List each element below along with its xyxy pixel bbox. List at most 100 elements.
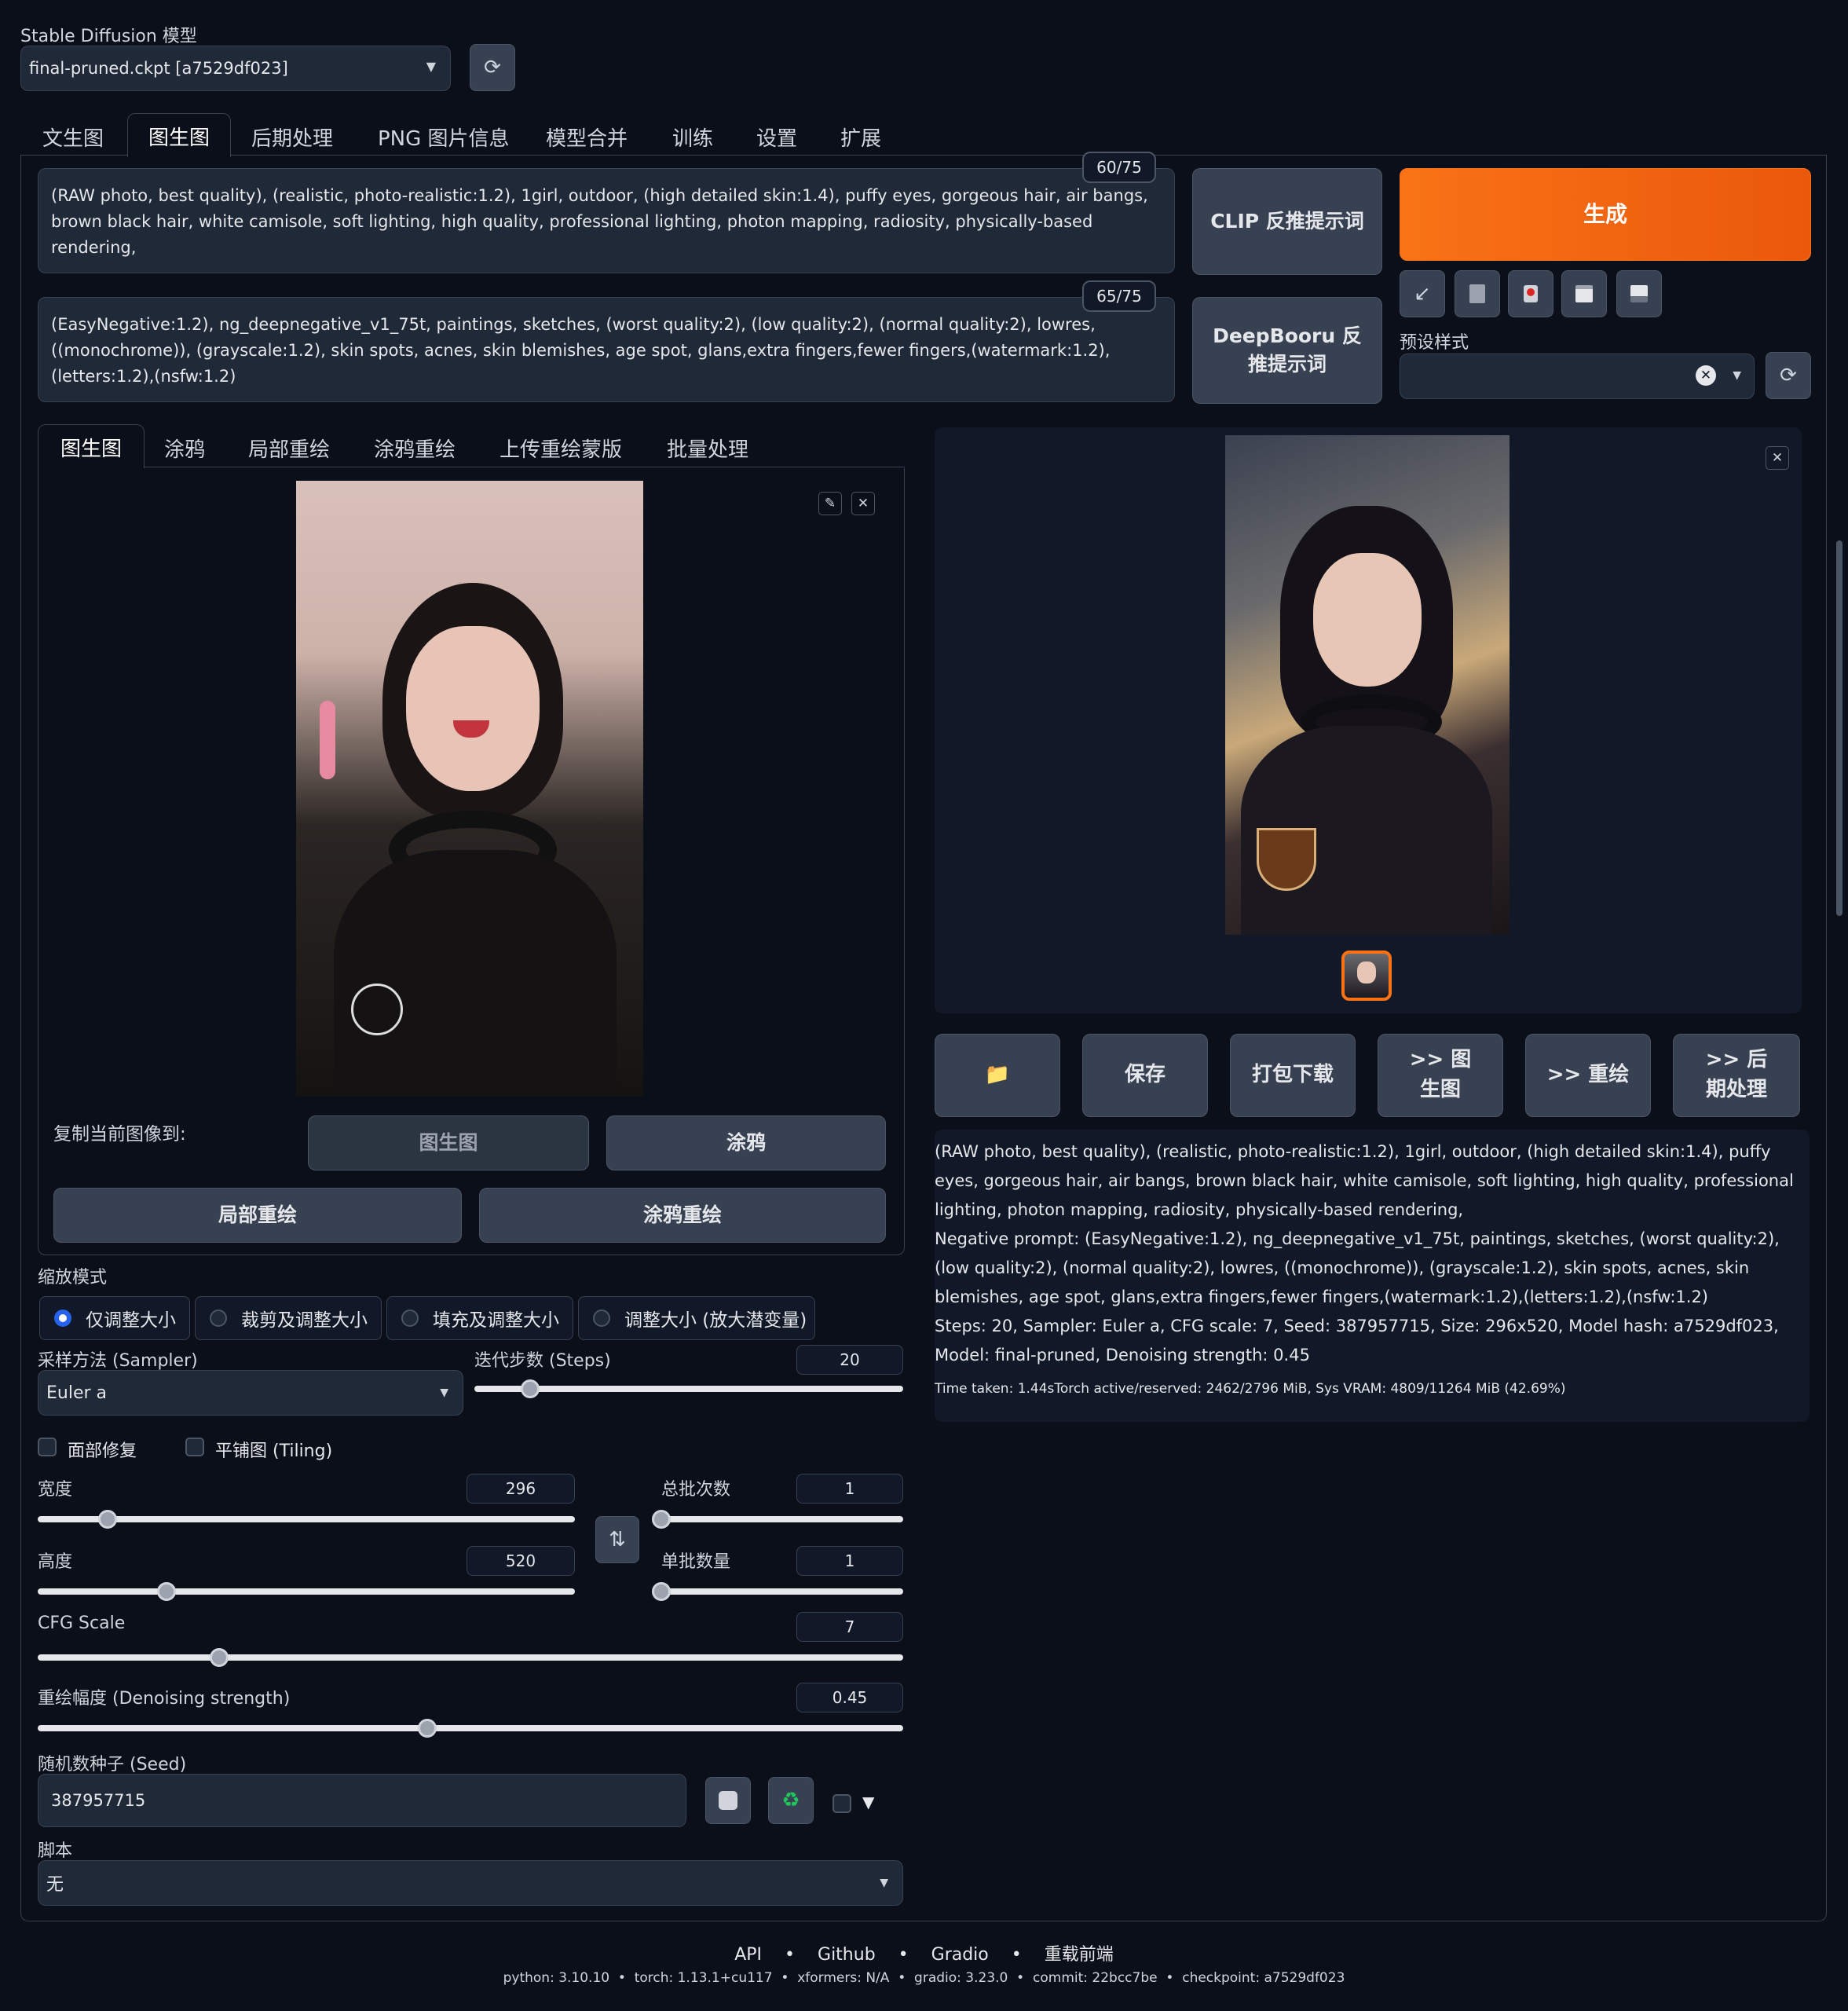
tiling-checkbox[interactable]	[185, 1438, 204, 1456]
resize-option-latent-upscale[interactable]: 调整大小 (放大潜变量)	[578, 1296, 815, 1340]
slider-track	[38, 1516, 575, 1522]
tab-extras[interactable]: 后期处理	[251, 123, 333, 152]
tab-img2img[interactable]: 图生图	[127, 113, 232, 157]
cfg-input[interactable]: 7	[796, 1612, 903, 1642]
seed-input[interactable]: 387957715	[38, 1774, 686, 1827]
page-scrollbar[interactable]	[1836, 540, 1843, 916]
save-icon	[1630, 285, 1648, 302]
tab-checkpoint-merger[interactable]: 模型合并	[546, 123, 628, 152]
reuse-seed-button[interactable]: ♻	[768, 1777, 814, 1824]
slider-thumb[interactable]	[652, 1510, 671, 1529]
swap-dimensions-button[interactable]: ⇅	[595, 1516, 639, 1563]
dice-icon	[719, 1791, 737, 1810]
resize-option-just-resize[interactable]: 仅调整大小	[39, 1296, 190, 1340]
send-to-extras-button[interactable]: >> 后期处理	[1673, 1034, 1800, 1117]
batch-size-slider[interactable]	[652, 1582, 903, 1601]
batch-count-slider[interactable]	[652, 1510, 903, 1529]
batch-count-input[interactable]: 1	[796, 1474, 903, 1504]
footer-link-gradio[interactable]: Gradio	[931, 1945, 989, 1965]
send-to-img2img-button[interactable]: >> 图生图	[1378, 1034, 1503, 1117]
steps-input[interactable]: 20	[796, 1345, 903, 1375]
slider-thumb[interactable]	[157, 1582, 177, 1601]
slider-thumb[interactable]	[97, 1510, 117, 1529]
seed-label: 随机数种子 (Seed)	[38, 1755, 187, 1775]
slider-thumb[interactable]	[417, 1719, 437, 1738]
apply-style-button[interactable]	[1561, 270, 1607, 317]
triangle-down-icon[interactable]: ▼	[862, 1793, 874, 1811]
subtab-img2img[interactable]: 图生图	[38, 424, 145, 468]
chevron-down-icon: ▼	[440, 1386, 448, 1399]
edit-icon[interactable]: ✎	[818, 492, 842, 515]
face-shape	[406, 626, 540, 791]
subtab-batch[interactable]: 批量处理	[667, 434, 748, 463]
input-image[interactable]	[296, 481, 643, 1097]
batch-size-input[interactable]: 1	[796, 1546, 903, 1576]
tab-extensions[interactable]: 扩展	[840, 123, 881, 152]
denoise-input[interactable]: 0.45	[796, 1683, 903, 1712]
extra-seed-checkbox[interactable]	[833, 1794, 851, 1813]
footer-link-api[interactable]: API	[734, 1945, 762, 1965]
eight-ball-graphic	[351, 984, 403, 1035]
face-shape	[1313, 553, 1422, 687]
slider-thumb[interactable]	[652, 1582, 671, 1601]
denoise-slider[interactable]	[38, 1719, 903, 1738]
refresh-styles-button[interactable]: ⟳	[1766, 352, 1811, 399]
sampler-value: Euler a	[46, 1383, 108, 1403]
resize-option-crop-resize[interactable]: 裁剪及调整大小	[195, 1296, 382, 1340]
save-style-button[interactable]	[1616, 270, 1662, 317]
cfg-slider[interactable]	[38, 1648, 903, 1667]
generate-button[interactable]: 生成	[1400, 168, 1811, 261]
width-slider[interactable]	[38, 1510, 575, 1529]
random-seed-button[interactable]	[705, 1777, 751, 1824]
denoise-label: 重绘幅度 (Denoising strength)	[38, 1689, 291, 1709]
prompt-textarea[interactable]: (RAW photo, best quality), (realistic, p…	[38, 168, 1175, 273]
footer-link-github[interactable]: Github	[818, 1945, 876, 1965]
clear-prompt-button[interactable]	[1455, 270, 1500, 317]
tab-train[interactable]: 训练	[672, 123, 713, 152]
show-extra-networks-button[interactable]	[1508, 270, 1553, 317]
send-to-inpaint-button[interactable]: >> 重绘	[1525, 1034, 1651, 1117]
height-input[interactable]: 520	[467, 1546, 575, 1576]
generation-info: (RAW photo, best quality), (realistic, p…	[935, 1137, 1799, 1404]
slider-thumb[interactable]	[520, 1379, 540, 1398]
open-folder-button[interactable]: 📁	[935, 1034, 1060, 1117]
output-image[interactable]	[1225, 435, 1510, 935]
copy-to-img2img-button[interactable]: 图生图	[308, 1115, 589, 1170]
read-params-button[interactable]: ↙	[1400, 270, 1445, 317]
slider-track	[661, 1516, 903, 1522]
footer-link-reload-ui[interactable]: 重载前端	[1045, 1945, 1114, 1965]
subtab-inpaint-sketch[interactable]: 涂鸦重绘	[374, 434, 456, 463]
styles-select[interactable]: ✕ ▼	[1400, 353, 1755, 399]
width-input[interactable]: 296	[467, 1474, 575, 1504]
refresh-model-button[interactable]: ⟳	[470, 44, 515, 91]
subtab-sketch[interactable]: 涂鸦	[164, 434, 205, 463]
close-icon[interactable]: ✕	[851, 492, 875, 515]
copy-to-inpaint-button[interactable]: 局部重绘	[53, 1188, 462, 1243]
subtab-inpaint-upload[interactable]: 上传重绘蒙版	[500, 434, 622, 463]
copy-to-sketch-button[interactable]: 涂鸦	[606, 1115, 886, 1170]
radio-dot	[210, 1310, 227, 1327]
save-button[interactable]: 保存	[1082, 1034, 1208, 1117]
copy-to-inpaint-sketch-button[interactable]: 涂鸦重绘	[479, 1188, 886, 1243]
model-value: final-pruned.ckpt [a7529df023]	[29, 59, 288, 78]
height-slider[interactable]	[38, 1582, 575, 1601]
subtab-inpaint[interactable]: 局部重绘	[248, 434, 330, 463]
negative-prompt-textarea[interactable]: (EasyNegative:1.2), ng_deepnegative_v1_7…	[38, 297, 1175, 402]
script-select[interactable]: 无 ▼	[38, 1860, 903, 1906]
sampler-select[interactable]: Euler a ▼	[38, 1370, 463, 1416]
zip-download-button[interactable]: 打包下载	[1230, 1034, 1356, 1117]
close-icon[interactable]: ✕	[1766, 446, 1789, 470]
face-restore-checkbox[interactable]	[38, 1438, 57, 1456]
deepbooru-interrogate-button[interactable]: DeepBooru 反推提示词	[1192, 297, 1382, 404]
resize-option-fill-resize[interactable]: 填充及调整大小	[386, 1296, 573, 1340]
tab-settings[interactable]: 设置	[756, 123, 797, 152]
clip-interrogate-button[interactable]: CLIP 反推提示词	[1192, 168, 1382, 275]
model-select[interactable]: final-pruned.ckpt [a7529df023] ▼	[20, 46, 451, 91]
resize-mode-label: 缩放模式	[38, 1268, 108, 1288]
tab-txt2img[interactable]: 文生图	[42, 123, 104, 152]
folder-icon: 📁	[984, 1063, 1011, 1087]
clear-icon[interactable]: ✕	[1696, 365, 1716, 386]
gallery-thumbnail[interactable]	[1341, 951, 1392, 1001]
steps-slider[interactable]	[474, 1379, 903, 1398]
tab-png-info[interactable]: PNG 图片信息	[378, 123, 510, 152]
